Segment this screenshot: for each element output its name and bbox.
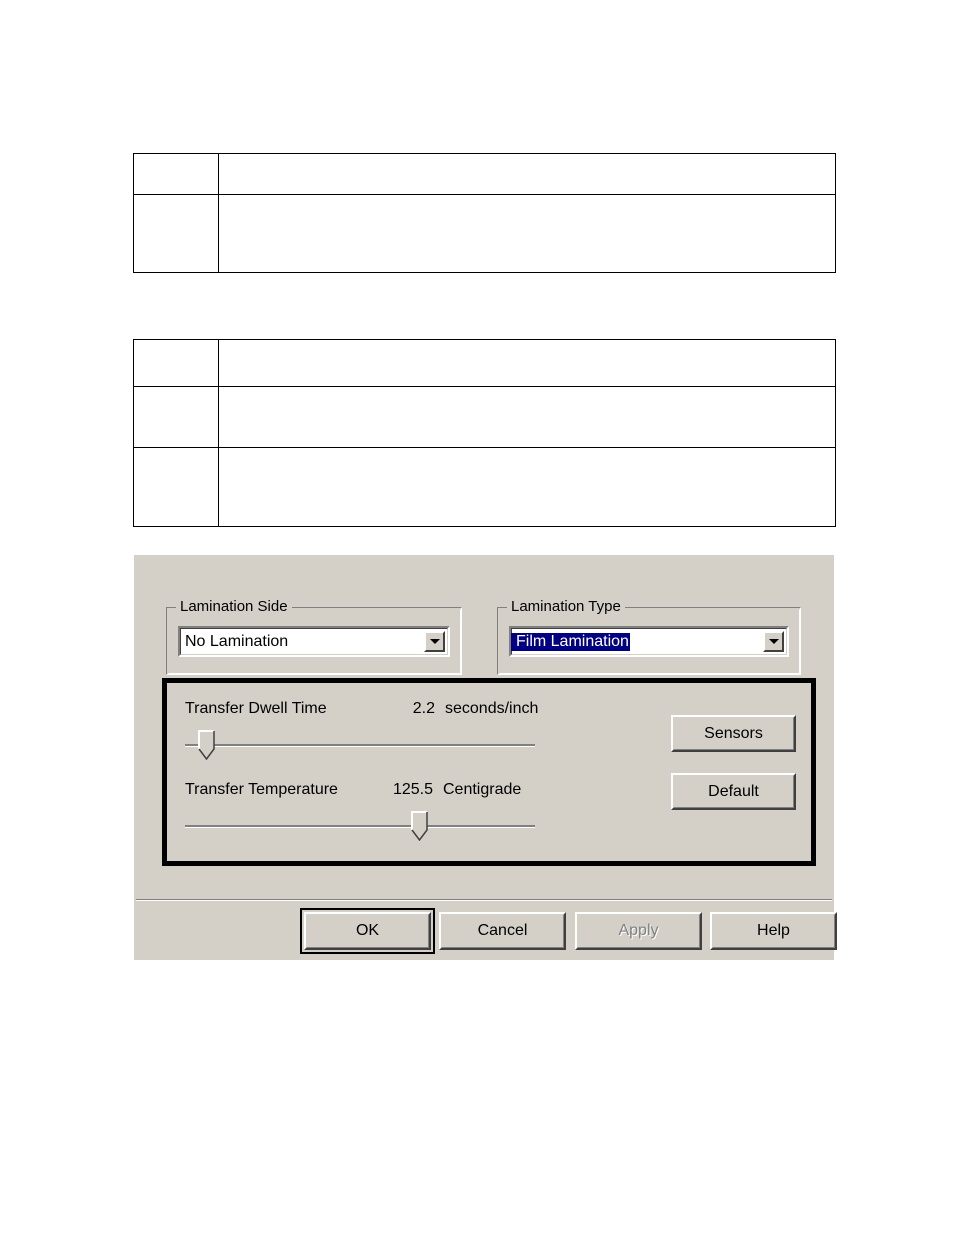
- lamination-type-value: Film Lamination: [511, 632, 630, 651]
- table-cell: [133, 194, 219, 273]
- table-row: [133, 194, 837, 273]
- apply-button: Apply: [575, 912, 702, 950]
- group-lamination-side-label: Lamination Side: [176, 598, 292, 615]
- lamination-dialog: Lamination Side No Lamination Lamination…: [134, 555, 837, 960]
- dialog-footer: OK Cancel Apply Help: [134, 903, 837, 960]
- transfer-temperature-value: 125.5: [392, 781, 433, 798]
- table-row: [133, 386, 837, 448]
- transfer-dwell-time-label: Transfer Dwell Time: [185, 700, 327, 717]
- table-cell: [133, 386, 219, 448]
- document-table-two: [133, 339, 837, 527]
- transfer-dwell-time-group: Transfer Dwell Time 2.2 seconds/inch: [179, 700, 649, 772]
- transfer-temperature-label: Transfer Temperature: [185, 781, 338, 798]
- slider-thumb[interactable]: [411, 811, 428, 841]
- table-row: [133, 339, 837, 387]
- sensors-button[interactable]: Sensors: [671, 715, 796, 752]
- table-row: [133, 153, 837, 195]
- chevron-down-icon[interactable]: [424, 631, 445, 652]
- lamination-type-combobox[interactable]: Film Lamination: [509, 626, 789, 657]
- table-cell: [133, 447, 219, 527]
- transfer-temperature-labels: Transfer Temperature 125.5 Centigrade: [179, 781, 649, 807]
- transfer-dwell-time-value: 2.2: [412, 700, 435, 717]
- transfer-dwell-time-unit: seconds/inch: [445, 700, 539, 717]
- transfer-temperature-slider[interactable]: [179, 811, 649, 853]
- lamination-side-combobox[interactable]: No Lamination: [178, 626, 450, 657]
- table-cell: [217, 386, 837, 448]
- help-button[interactable]: Help: [710, 912, 837, 950]
- chevron-down-icon[interactable]: [763, 631, 784, 652]
- lamination-side-value: No Lamination: [185, 632, 289, 650]
- table-cell: [217, 447, 837, 527]
- cancel-button[interactable]: Cancel: [439, 912, 566, 950]
- table-row: [133, 447, 837, 527]
- transfer-settings-panel: Transfer Dwell Time 2.2 seconds/inch Tra…: [162, 678, 816, 866]
- transfer-temperature-unit: Centigrade: [443, 781, 522, 798]
- slider-thumb[interactable]: [197, 730, 215, 760]
- table-cell: [217, 339, 837, 387]
- group-lamination-type: Lamination Type Film Lamination: [497, 598, 801, 675]
- table-cell: [217, 194, 837, 273]
- transfer-dwell-time-labels: Transfer Dwell Time 2.2 seconds/inch: [179, 700, 649, 726]
- slider-track[interactable]: [185, 744, 535, 747]
- group-lamination-type-label: Lamination Type: [507, 598, 625, 615]
- group-lamination-side: Lamination Side No Lamination: [166, 598, 462, 675]
- default-button[interactable]: Default: [671, 773, 796, 810]
- slider-track[interactable]: [185, 825, 535, 828]
- transfer-temperature-group: Transfer Temperature 125.5 Centigrade: [179, 781, 649, 853]
- ok-button[interactable]: OK: [304, 912, 431, 950]
- table-cell: [133, 339, 219, 387]
- document-table-one: [133, 153, 837, 273]
- table-cell: [133, 153, 219, 195]
- footer-separator: [136, 899, 832, 901]
- table-cell: [217, 153, 837, 195]
- transfer-dwell-time-slider[interactable]: [179, 730, 649, 772]
- dialog-body: Lamination Side No Lamination Lamination…: [134, 555, 834, 900]
